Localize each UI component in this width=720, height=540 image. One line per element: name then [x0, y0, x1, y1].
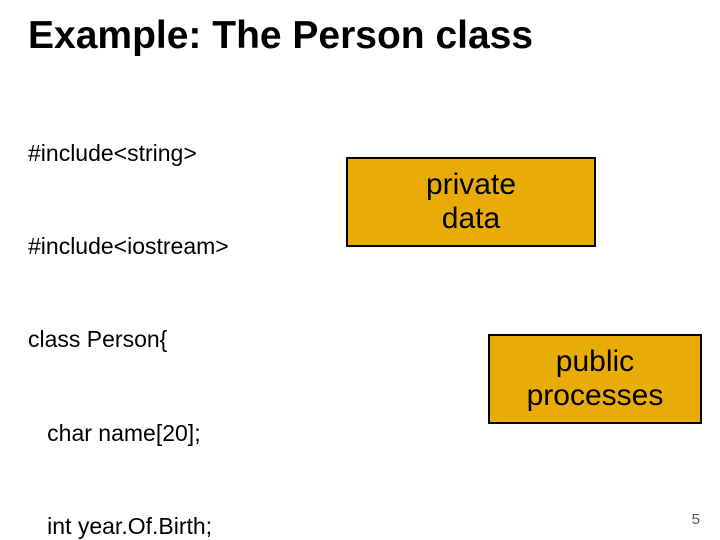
code-block: #include<string> #include<iostream> clas…	[28, 76, 692, 540]
slide: Example: The Person class #include<strin…	[0, 0, 720, 540]
callout-line: public	[490, 345, 700, 380]
code-line: int year.Of.Birth;	[28, 511, 692, 540]
callout-public-processes: public processes	[488, 334, 702, 424]
page-number: 5	[692, 511, 700, 528]
callout-line: private	[348, 168, 594, 203]
callout-line: processes	[490, 379, 700, 414]
slide-title: Example: The Person class	[28, 14, 692, 58]
callout-private-data: private data	[346, 157, 596, 247]
callout-line: data	[348, 202, 594, 237]
